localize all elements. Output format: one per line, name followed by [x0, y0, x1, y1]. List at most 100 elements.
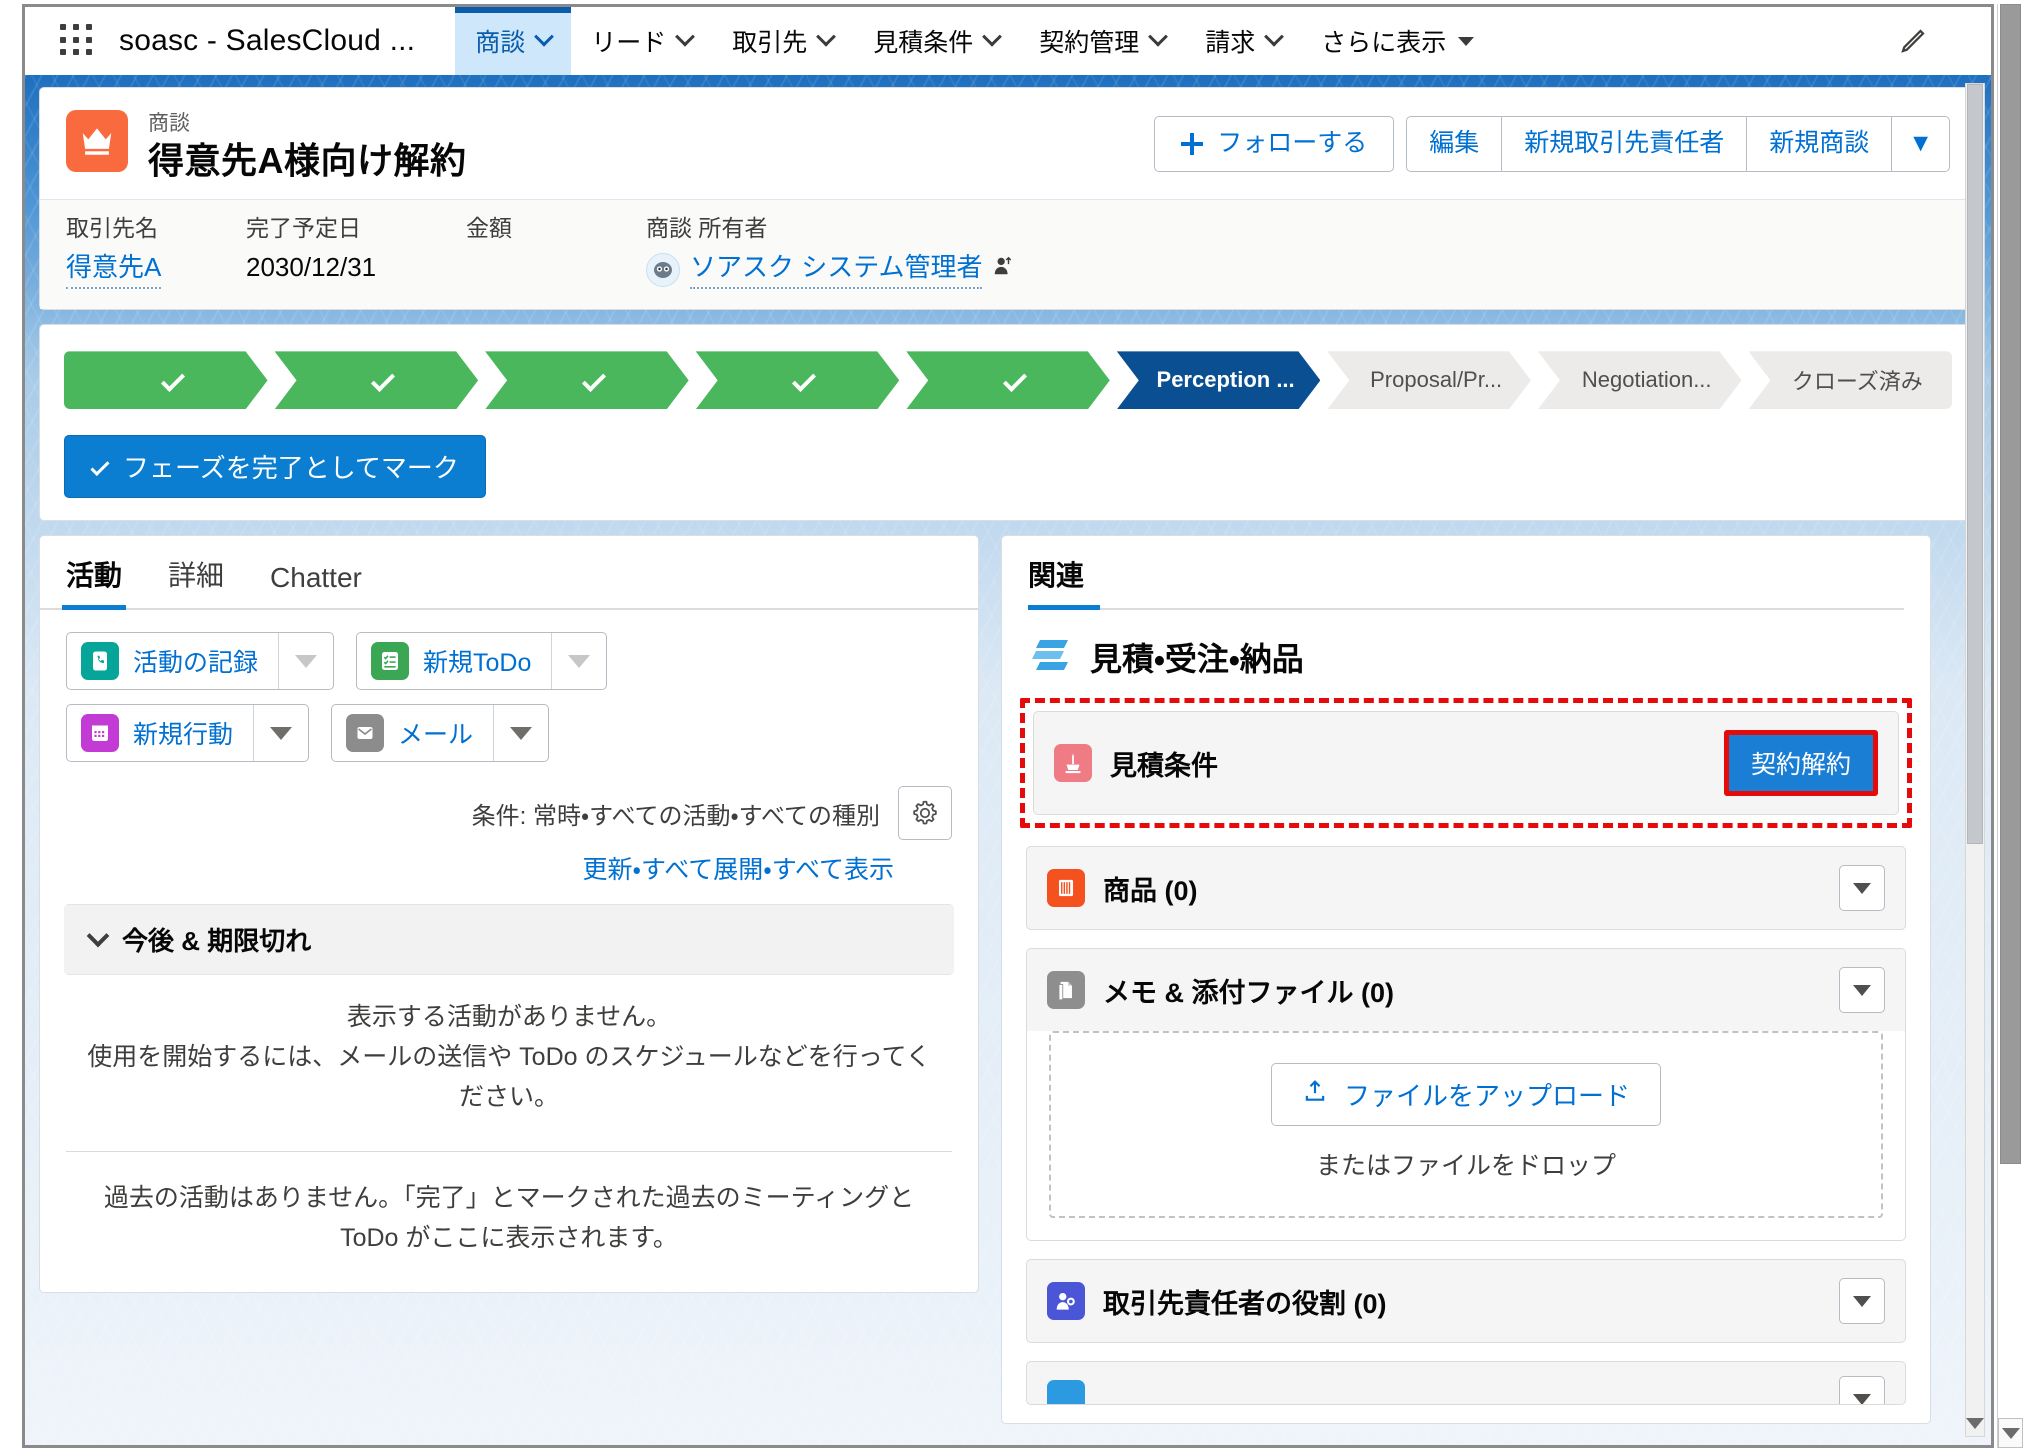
tab-activity[interactable]: 活動 — [61, 554, 127, 611]
page-title: 得意先A様向け解約 — [148, 140, 467, 182]
change-owner-icon[interactable] — [992, 252, 1014, 287]
app-name: soasc - SalesCloud ... — [119, 24, 416, 57]
pencil-icon[interactable] — [1891, 19, 1935, 63]
log-a-call-label: 活動の記録 — [133, 649, 259, 678]
notes-attachments-label: メモ & 添付ファイル (0) — [1103, 977, 1395, 1008]
nav-item-label: リード — [591, 29, 667, 57]
caret-down-icon — [2001, 1427, 2020, 1439]
new-opportunity-button[interactable]: 新規商談 — [1747, 116, 1893, 172]
field-account-name: 取引先名 得意先A — [66, 214, 216, 290]
record-header-top: 商談 得意先A様向け解約 フォローする 編集 新規取引先責任者 新規商談 ▼ — [40, 88, 1976, 199]
path-stage-4[interactable] — [696, 351, 900, 409]
nav-item-more[interactable]: さらに表示 — [1301, 7, 1494, 75]
edit-button[interactable]: 編集 — [1406, 116, 1503, 172]
scrollbar-thumb[interactable] — [2000, 4, 2021, 1164]
partial-card-dropdown-button[interactable] — [1839, 1376, 1885, 1405]
path-stage-3[interactable] — [485, 351, 689, 409]
contact-roles-card-header[interactable]: 取引先責任者の役割 (0) — [1027, 1260, 1905, 1342]
upcoming-overdue-label: 今後 & 期限切れ — [122, 926, 312, 957]
chevron-down-icon[interactable] — [675, 26, 696, 47]
chevron-down-icon[interactable] — [816, 26, 837, 47]
record-actions: フォローする 編集 新規取引先責任者 新規商談 ▼ — [1154, 110, 1950, 172]
chevron-down-icon[interactable] — [1148, 26, 1169, 47]
nav-item-label: 請求 — [1205, 29, 1256, 57]
tab-related[interactable]: 関連 — [1028, 554, 1084, 608]
nav-item-quote-conditions[interactable]: 見積条件 — [853, 7, 1019, 75]
avatar — [646, 252, 680, 287]
past-activity-empty-state: 過去の活動はありません。「完了」とマークされた過去のミーティングと ToDo が… — [103, 1184, 915, 1253]
products-dropdown-button[interactable] — [1839, 865, 1885, 912]
related-panel: 関連 見積・受注・納品 見積条件 契約解約 商品 (0) メモ & 添付ファイル… — [1001, 535, 1931, 1425]
nav-item-contract-management[interactable]: 契約管理 — [1019, 7, 1185, 75]
follow-button[interactable]: フォローする — [1154, 116, 1395, 172]
window-scrollbar[interactable] — [1997, 4, 2023, 1448]
app-launcher-icon[interactable] — [59, 24, 93, 58]
new-task-dropdown[interactable] — [551, 633, 606, 690]
upload-icon — [1302, 1078, 1328, 1111]
nav-item-label: さらに表示 — [1321, 29, 1447, 57]
field-label: 商談 所有者 — [646, 215, 768, 242]
partial-card-header[interactable] — [1027, 1362, 1905, 1405]
caret-down-icon — [568, 654, 591, 668]
field-label: 金額 — [466, 215, 512, 242]
nav-item-accounts[interactable]: 取引先 — [712, 7, 853, 75]
page-body: 商談 得意先A様向け解約 フォローする 編集 新規取引先責任者 新規商談 ▼ 取… — [25, 75, 1991, 1445]
cancel-contract-button[interactable]: 契約解約 — [1723, 730, 1878, 797]
nav-item-billing[interactable]: 請求 — [1185, 7, 1301, 75]
notes-attachments-card-header[interactable]: メモ & 添付ファイル (0) — [1027, 949, 1905, 1032]
path-stage-1[interactable] — [64, 351, 268, 409]
quote-condition-card-header[interactable]: 見積条件 契約解約 — [1034, 712, 1898, 814]
caret-down-icon — [1853, 1393, 1871, 1405]
new-event-button[interactable]: 新規行動 — [66, 704, 310, 763]
plus-icon — [1181, 132, 1204, 155]
path-stage-5[interactable] — [906, 351, 1110, 409]
mark-stage-complete-button[interactable]: フェーズを完了としてマーク — [64, 435, 486, 499]
opportunity-owner-link[interactable]: ソアスク システム管理者 — [690, 250, 983, 290]
chevron-down-icon[interactable] — [534, 26, 555, 47]
new-event-dropdown[interactable] — [253, 705, 308, 762]
scroll-down-arrow[interactable] — [1966, 1410, 1984, 1436]
chevron-down-icon — [86, 925, 110, 948]
gear-icon[interactable] — [898, 786, 952, 841]
path-stage-proposal[interactable]: Proposal/Pr... — [1327, 351, 1531, 409]
account-name-link[interactable]: 得意先A — [66, 250, 162, 290]
scroll-down-arrow[interactable] — [1998, 1418, 2023, 1448]
log-a-call-dropdown[interactable] — [278, 633, 333, 690]
content-scrollbar[interactable] — [1965, 83, 1985, 1437]
upload-files-button[interactable]: ファイルをアップロード — [1270, 1063, 1661, 1127]
email-dropdown[interactable] — [493, 705, 548, 762]
email-button[interactable]: メール — [331, 704, 550, 763]
upcoming-overdue-section-header[interactable]: 今後 & 期限切れ — [64, 904, 954, 976]
tab-details[interactable]: 詳細 — [168, 554, 224, 608]
field-label: 取引先名 — [66, 215, 158, 242]
notes-attachments-dropdown-button[interactable] — [1839, 967, 1885, 1014]
path-stage-2[interactable] — [275, 351, 479, 409]
path-stage-current[interactable]: Perception ... — [1117, 351, 1321, 409]
new-task-button[interactable]: 新規ToDo — [356, 632, 608, 691]
quote-condition-label: 見積条件 — [1110, 750, 1218, 781]
field-value: ソアスク システム管理者 — [646, 250, 1014, 290]
contact-roles-dropdown-button[interactable] — [1839, 1278, 1885, 1325]
quote-condition-card: 見積条件 契約解約 — [1033, 711, 1899, 816]
chevron-down-icon[interactable] — [982, 26, 1003, 47]
scrollbar-thumb[interactable] — [1967, 84, 1983, 844]
path-stage-negotiation[interactable]: Negotiation... — [1538, 351, 1742, 409]
more-actions-button[interactable]: ▼ — [1892, 116, 1950, 172]
new-contact-button[interactable]: 新規取引先責任者 — [1502, 116, 1748, 172]
log-a-call-button[interactable]: 活動の記録 — [66, 632, 335, 691]
path-stage-closed[interactable]: クローズ済み — [1748, 351, 1953, 410]
nav-item-opportunities[interactable]: 商談 — [455, 7, 572, 75]
chevron-down-icon[interactable] — [1264, 26, 1285, 47]
nav-item-leads[interactable]: リード — [571, 7, 712, 75]
products-card-header[interactable]: 商品 (0) — [1027, 847, 1905, 929]
nav-item-label: 契約管理 — [1039, 29, 1140, 57]
new-task-label: 新規ToDo — [423, 649, 532, 678]
notes-attachments-card: メモ & 添付ファイル (0) ファイルをアップロード またはファイルをドロップ — [1026, 948, 1906, 1242]
drop-files-label: またはファイルをドロップ — [1315, 1152, 1616, 1181]
activity-links[interactable]: 更新・すべて展開・すべて表示 — [40, 840, 978, 904]
tab-chatter[interactable]: Chatter — [270, 562, 362, 608]
caret-down-icon[interactable] — [1458, 36, 1475, 46]
activity-filter-text: 条件: 常時・すべての活動・すべての種別 — [471, 802, 880, 830]
file-dropzone[interactable]: ファイルをアップロード またはファイルをドロップ — [1049, 1031, 1883, 1219]
record-action-button-group: 編集 新規取引先責任者 新規商談 ▼ — [1406, 116, 1950, 172]
